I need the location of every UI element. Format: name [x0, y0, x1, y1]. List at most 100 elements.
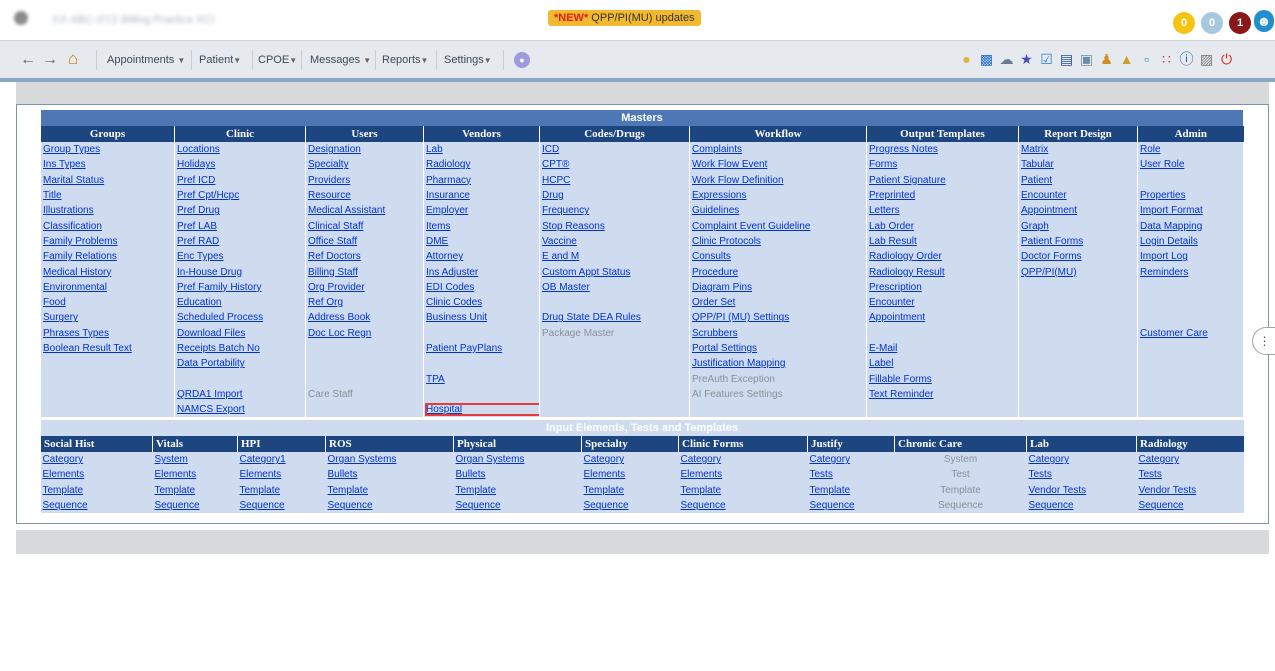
- link-clinic-forms-template[interactable]: Template: [681, 485, 722, 496]
- link-frequency[interactable]: Frequency: [542, 205, 589, 216]
- forward-arrow-icon[interactable]: →: [42, 51, 58, 69]
- link-specialty-template[interactable]: Template: [584, 485, 625, 496]
- link-attorney[interactable]: Attorney: [426, 251, 463, 262]
- link-qpp-pi-mu[interactable]: QPP/PI(MU): [1021, 267, 1077, 278]
- link-user-role[interactable]: User Role: [1140, 159, 1184, 170]
- back-arrow-icon[interactable]: ←: [20, 51, 36, 69]
- link-data-portability[interactable]: Data Portability: [177, 358, 245, 369]
- link-vitals-sequence[interactable]: Sequence: [155, 500, 200, 511]
- link-medical-assistant[interactable]: Medical Assistant: [308, 205, 385, 216]
- link-physical-template[interactable]: Template: [456, 485, 497, 496]
- link-scrubbers[interactable]: Scrubbers: [692, 328, 738, 339]
- link-diagram-pins[interactable]: Diagram Pins: [692, 282, 752, 293]
- link-phrases-types[interactable]: Phrases Types: [43, 328, 109, 339]
- link-lab-category[interactable]: Category: [1029, 454, 1070, 465]
- link-edi-codes[interactable]: EDI Codes: [426, 282, 474, 293]
- link-family-relations[interactable]: Family Relations: [43, 251, 117, 262]
- link-role[interactable]: Role: [1140, 144, 1161, 155]
- link-ref-doctors[interactable]: Ref Doctors: [308, 251, 361, 262]
- link-social-hist-template[interactable]: Template: [43, 485, 84, 496]
- link-specialty-category[interactable]: Category: [584, 454, 625, 465]
- link-ros-sequence[interactable]: Sequence: [328, 500, 373, 511]
- bar-chart-icon[interactable]: ▩: [978, 51, 995, 68]
- link-ros-bullets[interactable]: Bullets: [328, 469, 358, 480]
- link-medical-history[interactable]: Medical History: [43, 267, 111, 278]
- link-items[interactable]: Items: [426, 221, 450, 232]
- link-ins-types[interactable]: Ins Types: [43, 159, 86, 170]
- link-scheduled-process[interactable]: Scheduled Process: [177, 312, 263, 323]
- link-fillable-forms[interactable]: Fillable Forms: [869, 374, 932, 385]
- link-consults[interactable]: Consults: [692, 251, 731, 262]
- link-pref-rad[interactable]: Pref RAD: [177, 236, 219, 247]
- link-clinic-forms-elements[interactable]: Elements: [681, 469, 723, 480]
- qpp-updates-banner[interactable]: *NEW* QPP/PI(MU) updates: [548, 10, 701, 26]
- bill-icon[interactable]: ▤: [1058, 51, 1075, 68]
- link-properties[interactable]: Properties: [1140, 190, 1186, 201]
- link-drug[interactable]: Drug: [542, 190, 564, 201]
- link-patient-payplans[interactable]: Patient PayPlans: [426, 343, 502, 354]
- link-preprinted[interactable]: Preprinted: [869, 190, 915, 201]
- grid-dots-icon[interactable]: ∷: [1158, 51, 1175, 68]
- link-portal-settings[interactable]: Portal Settings: [692, 343, 757, 354]
- link-justify-template[interactable]: Template: [810, 485, 851, 496]
- menu-cpoe[interactable]: CPOE▼: [258, 54, 297, 66]
- link-prescription[interactable]: Prescription: [869, 282, 922, 293]
- link-hpi-elements[interactable]: Elements: [240, 469, 282, 480]
- user-profile-icon[interactable]: ☻: [1254, 10, 1274, 32]
- link-specialty[interactable]: Specialty: [308, 159, 349, 170]
- link-clinic-protocols[interactable]: Clinic Protocols: [692, 236, 761, 247]
- link-expressions[interactable]: Expressions: [692, 190, 746, 201]
- link-org-provider[interactable]: Org Provider: [308, 282, 365, 293]
- notification-counter-blue[interactable]: 0: [1201, 12, 1223, 34]
- link-radiology[interactable]: Radiology: [426, 159, 470, 170]
- link-appointment[interactable]: Appointment: [1021, 205, 1077, 216]
- link-doc-loc-regn[interactable]: Doc Loc Regn: [308, 328, 371, 339]
- link-designation[interactable]: Designation: [308, 144, 361, 155]
- link-receipts-batch-no[interactable]: Receipts Batch No: [177, 343, 260, 354]
- link-environmental[interactable]: Environmental: [43, 282, 107, 293]
- link-matrix[interactable]: Matrix: [1021, 144, 1048, 155]
- link-tabular[interactable]: Tabular: [1021, 159, 1054, 170]
- link-vitals-template[interactable]: Template: [155, 485, 196, 496]
- link-dme[interactable]: DME: [426, 236, 448, 247]
- link-custom-appt-status[interactable]: Custom Appt Status: [542, 267, 630, 278]
- link-business-unit[interactable]: Business Unit: [426, 312, 487, 323]
- link-lab-sequence[interactable]: Sequence: [1029, 500, 1074, 511]
- link-providers[interactable]: Providers: [308, 175, 350, 186]
- link-patient-forms[interactable]: Patient Forms: [1021, 236, 1083, 247]
- link-lab-tests[interactable]: Tests: [1029, 469, 1052, 480]
- link-employer[interactable]: Employer: [426, 205, 468, 216]
- link-hospital[interactable]: Hospital: [425, 403, 539, 417]
- link-hpi-sequence[interactable]: Sequence: [240, 500, 285, 511]
- person-icon[interactable]: ♟: [1098, 51, 1115, 68]
- link-encounter[interactable]: Encounter: [869, 297, 915, 308]
- info-icon[interactable]: ⓘ: [1178, 51, 1195, 68]
- link-specialty-elements[interactable]: Elements: [584, 469, 626, 480]
- link-work-flow-definition[interactable]: Work Flow Definition: [692, 175, 784, 186]
- link-address-book[interactable]: Address Book: [308, 312, 370, 323]
- link-order-set[interactable]: Order Set: [692, 297, 735, 308]
- lock-icon[interactable]: ▨: [1198, 51, 1215, 68]
- link-title[interactable]: Title: [43, 190, 62, 201]
- rc-icon[interactable]: ▫: [1138, 51, 1155, 68]
- link-work-flow-event[interactable]: Work Flow Event: [692, 159, 767, 170]
- link-progress-notes[interactable]: Progress Notes: [869, 144, 938, 155]
- menu-patient[interactable]: Patient▼: [199, 54, 241, 66]
- home-icon[interactable]: ⌂: [68, 49, 78, 69]
- cloud-icon[interactable]: ☁: [998, 51, 1015, 68]
- link-social-hist-sequence[interactable]: Sequence: [43, 500, 88, 511]
- link-justify-category[interactable]: Category: [810, 454, 851, 465]
- link-clinic-forms-category[interactable]: Category: [681, 454, 722, 465]
- link-namcs-export[interactable]: NAMCS Export: [177, 404, 245, 415]
- link-lab-result[interactable]: Lab Result: [869, 236, 917, 247]
- link-ref-org[interactable]: Ref Org: [308, 297, 343, 308]
- link-import-log[interactable]: Import Log: [1140, 251, 1188, 262]
- link-surgery[interactable]: Surgery: [43, 312, 78, 323]
- link-enc-types[interactable]: Enc Types: [177, 251, 224, 262]
- menu-messages[interactable]: Messages ▼: [310, 54, 371, 66]
- checklist-icon[interactable]: ☑: [1038, 51, 1055, 68]
- link-data-mapping[interactable]: Data Mapping: [1140, 221, 1202, 232]
- link-complaints[interactable]: Complaints: [692, 144, 742, 155]
- link-cpt[interactable]: CPT®: [542, 159, 569, 170]
- link-login-details[interactable]: Login Details: [1140, 236, 1198, 247]
